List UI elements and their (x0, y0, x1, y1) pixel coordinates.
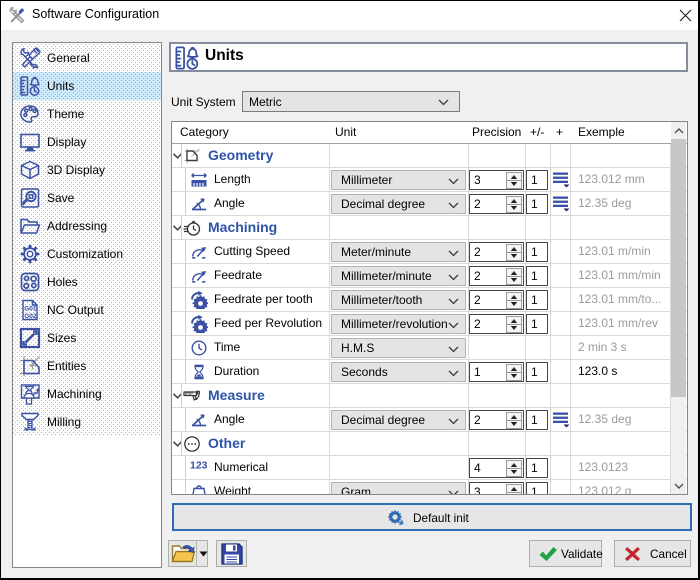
svg-text:G01: G01 (24, 306, 37, 313)
svg-text:123: 123 (190, 460, 208, 472)
svg-text:G02: G02 (24, 313, 37, 320)
